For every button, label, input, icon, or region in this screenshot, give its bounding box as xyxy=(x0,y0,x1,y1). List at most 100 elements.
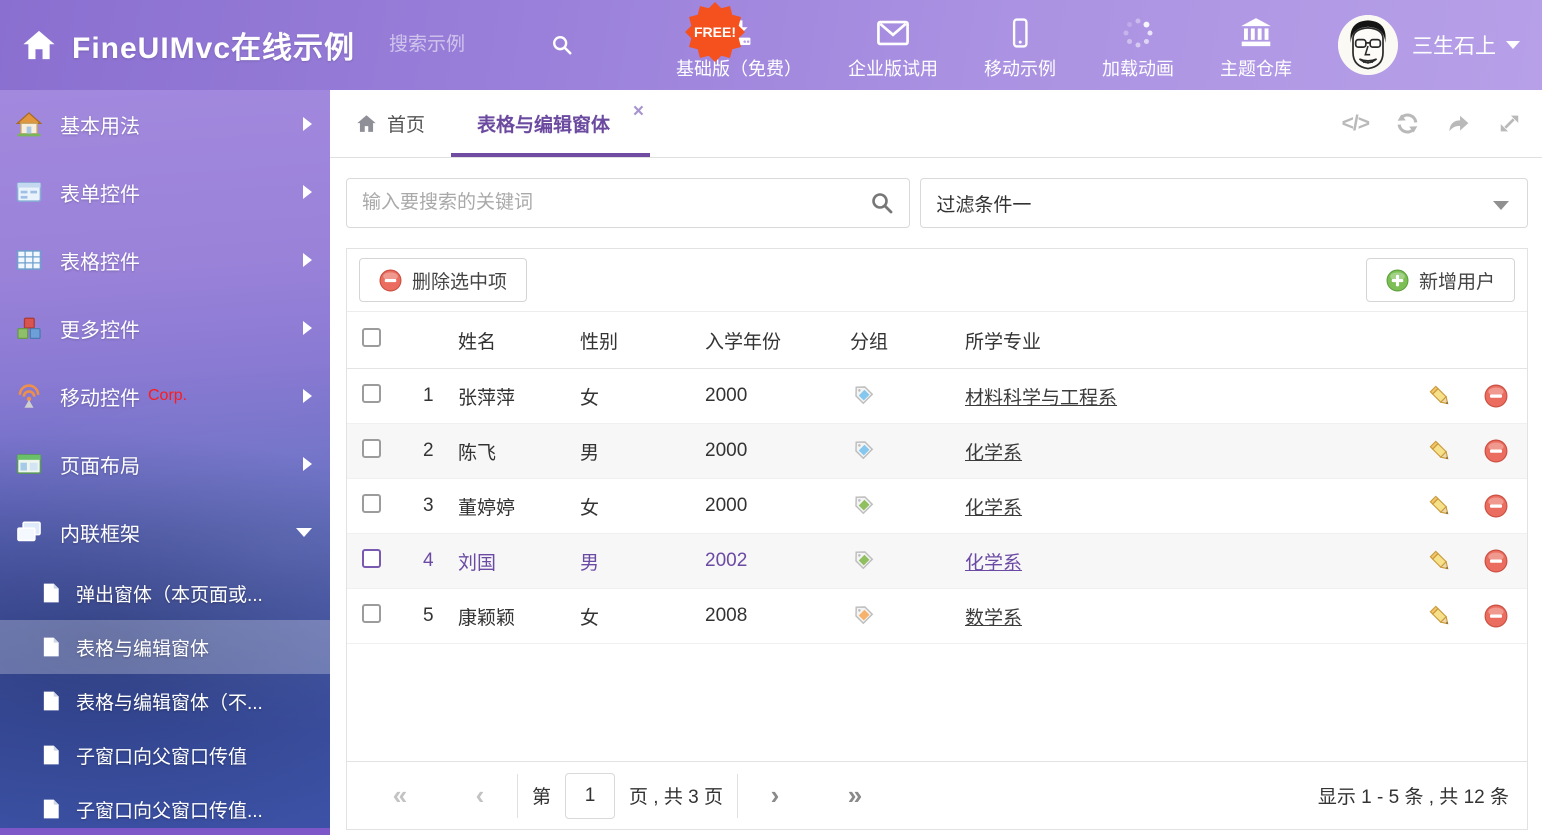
nav-item-enterprise-trial[interactable]: 企业版试用 xyxy=(848,9,938,81)
sidebar-item-label: 表格控件 xyxy=(60,246,140,275)
prev-page-button[interactable]: ‹ xyxy=(457,780,503,811)
header-group: 分组 xyxy=(841,327,956,354)
refresh-icon xyxy=(1395,111,1420,136)
minus-circle-icon xyxy=(1484,604,1508,628)
pencil-icon xyxy=(1428,384,1452,408)
sidebar-item-mobile-controls[interactable]: 移动控件 Corp. xyxy=(0,362,330,430)
table-row[interactable]: 2 陈飞 男 2000 化学系 xyxy=(347,424,1527,479)
pencil-icon xyxy=(1428,494,1452,518)
major-link[interactable]: 化学系 xyxy=(965,553,1022,574)
major-link[interactable]: 化学系 xyxy=(965,443,1022,464)
table-row[interactable]: 1 张萍萍 女 2000 材料科学与工程系 xyxy=(347,369,1527,424)
row-checkbox[interactable] xyxy=(362,384,381,403)
select-all-checkbox[interactable] xyxy=(362,328,381,347)
delete-button[interactable] xyxy=(1465,604,1527,628)
tab-label: 首页 xyxy=(387,110,425,137)
sidebar-subitem-grid-edit-window-2[interactable]: 表格与编辑窗体（不... xyxy=(0,674,330,728)
nav-item-loading-animations[interactable]: 加载动画 xyxy=(1102,9,1174,81)
cell-year: 2000 xyxy=(696,495,841,517)
row-checkbox[interactable] xyxy=(362,549,381,568)
header-search xyxy=(389,34,584,56)
delete-button[interactable] xyxy=(1465,494,1527,518)
chevron-down-icon xyxy=(1493,201,1509,210)
cell-gender: 女 xyxy=(571,493,696,520)
edit-button[interactable] xyxy=(1415,439,1465,463)
pencil-icon xyxy=(1428,439,1452,463)
sidebar-item-form-controls[interactable]: 表单控件 xyxy=(0,158,330,226)
delete-button[interactable] xyxy=(1465,384,1527,408)
tag-icon xyxy=(841,546,956,576)
nav-label: 企业版试用 xyxy=(848,55,938,81)
edit-button[interactable] xyxy=(1415,604,1465,628)
sidebar-subitem-grid-edit-window[interactable]: 表格与编辑窗体 xyxy=(0,620,330,674)
view-source-button[interactable]: </> xyxy=(1342,112,1369,136)
expand-button[interactable] xyxy=(1497,111,1522,136)
header-search-input[interactable] xyxy=(389,34,539,56)
expand-icon xyxy=(1497,111,1522,136)
file-icon xyxy=(40,744,62,766)
sidebar-item-iframe[interactable]: 内联框架 xyxy=(0,498,330,566)
cell-gender: 女 xyxy=(571,383,696,410)
delete-selected-button[interactable]: 删除选中项 xyxy=(359,258,527,302)
search-icon[interactable] xyxy=(870,191,894,215)
cell-gender: 男 xyxy=(571,438,696,465)
sidebar-item-page-layout[interactable]: 页面布局 xyxy=(0,430,330,498)
close-icon[interactable]: × xyxy=(633,102,644,121)
tab-grid-edit-window[interactable]: 表格与编辑窗体 × xyxy=(451,90,650,157)
table-row[interactable]: 4 刘国 男 2002 化学系 xyxy=(347,534,1527,589)
home-icon[interactable] xyxy=(22,28,56,62)
header-year: 入学年份 xyxy=(696,327,841,354)
major-link[interactable]: 化学系 xyxy=(965,498,1022,519)
chevron-right-icon xyxy=(303,185,312,199)
search-icon[interactable] xyxy=(551,34,573,56)
edit-button[interactable] xyxy=(1415,384,1465,408)
table-row[interactable]: 5 康颖颖 女 2008 数学系 xyxy=(347,589,1527,644)
user-menu[interactable]: 三生石上 xyxy=(1338,15,1520,75)
delete-button[interactable] xyxy=(1465,549,1527,573)
file-icon xyxy=(40,636,62,658)
last-page-button[interactable]: » xyxy=(832,780,878,811)
sidebar-item-more-controls[interactable]: 更多控件 xyxy=(0,294,330,362)
major-link[interactable]: 材料科学与工程系 xyxy=(965,388,1117,409)
sidebar-subitem-child-to-parent[interactable]: 子窗口向父窗口传值 xyxy=(0,728,330,782)
add-user-button[interactable]: 新增用户 xyxy=(1366,258,1515,302)
table-row[interactable]: 3 董婷婷 女 2000 化学系 xyxy=(347,479,1527,534)
row-index: 3 xyxy=(409,495,449,517)
cell-name: 张萍萍 xyxy=(449,383,571,410)
free-badge-text: FREE! xyxy=(694,24,736,40)
page-number-input[interactable] xyxy=(565,773,615,819)
row-index: 4 xyxy=(409,550,449,572)
row-checkbox[interactable] xyxy=(362,494,381,513)
sidebar-item-label: 移动控件 xyxy=(60,382,140,411)
nav-item-theme-repository[interactable]: 主题仓库 xyxy=(1220,9,1292,81)
sidebar-item-label: 更多控件 xyxy=(60,314,140,343)
row-checkbox[interactable] xyxy=(362,439,381,458)
share-button[interactable] xyxy=(1446,111,1471,136)
tab-tools: </> xyxy=(1316,90,1542,157)
major-link[interactable]: 数学系 xyxy=(965,608,1022,629)
sidebar-subitem-popup-window[interactable]: 弹出窗体（本页面或... xyxy=(0,566,330,620)
house-icon xyxy=(16,111,42,137)
cell-year: 2008 xyxy=(696,605,841,627)
row-checkbox[interactable] xyxy=(362,604,381,623)
first-page-button[interactable]: « xyxy=(377,780,423,811)
app-header: FineUIMvc在线示例 FREE! 基础版（免费 xyxy=(0,0,1542,90)
table-icon xyxy=(16,247,42,273)
cell-name: 刘国 xyxy=(449,548,571,575)
filter-dropdown[interactable]: 过滤条件一 xyxy=(920,178,1528,228)
sidebar-item-basic-usage[interactable]: 基本用法 xyxy=(0,90,330,158)
next-page-button[interactable]: › xyxy=(752,780,798,811)
pencil-icon xyxy=(1428,549,1452,573)
avatar xyxy=(1338,15,1398,75)
delete-selected-label: 删除选中项 xyxy=(412,267,507,294)
tab-home[interactable]: 首页 xyxy=(330,90,451,157)
edit-button[interactable] xyxy=(1415,549,1465,573)
keyword-search xyxy=(346,178,910,228)
refresh-button[interactable] xyxy=(1395,111,1420,136)
layout-icon xyxy=(16,451,42,477)
nav-item-mobile-demo[interactable]: 移动示例 xyxy=(984,9,1056,81)
keyword-search-input[interactable] xyxy=(346,178,910,228)
edit-button[interactable] xyxy=(1415,494,1465,518)
sidebar-item-grid-controls[interactable]: 表格控件 xyxy=(0,226,330,294)
delete-button[interactable] xyxy=(1465,439,1527,463)
